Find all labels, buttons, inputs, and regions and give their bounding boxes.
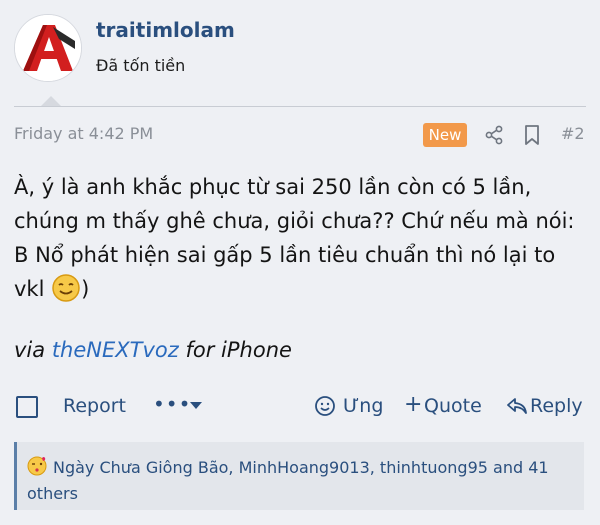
react-icon[interactable] — [314, 395, 336, 417]
post-number-link[interactable]: #2 — [561, 124, 585, 143]
message-text: À, ý là anh khắc phục từ sai 250 lần còn… — [14, 175, 575, 301]
reactions-bar[interactable]: Ngày Chưa Giông Bão, MinhHoang9013, thin… — [14, 442, 584, 510]
header-divider — [14, 106, 586, 107]
quote-plus-icon: + — [404, 392, 423, 417]
bookmark-icon[interactable] — [524, 125, 540, 145]
chevron-down-icon — [190, 402, 202, 409]
more-options-button[interactable]: ••• — [153, 392, 191, 416]
smile-emoji-icon — [52, 274, 80, 302]
select-checkbox[interactable] — [16, 396, 38, 418]
react-button[interactable]: Ưng — [343, 395, 383, 417]
via-app-link[interactable]: theNEXTvoz — [52, 338, 179, 362]
username-link[interactable]: traitimlolam — [96, 18, 235, 42]
via-suffix: for iPhone — [185, 338, 292, 362]
new-badge: New — [423, 123, 467, 147]
post-header: traitimlolam Đã tốn tiền — [0, 0, 600, 108]
message-body: À, ý là anh khắc phục từ sai 250 lần còn… — [14, 170, 588, 306]
post-date-link[interactable]: Friday at 4:42 PM — [14, 124, 153, 143]
report-button[interactable]: Report — [63, 395, 126, 417]
message-closing: ) — [81, 277, 90, 301]
via-prefix: via — [14, 338, 46, 362]
quote-button[interactable]: Quote — [424, 395, 482, 417]
user-title: Đã tốn tiền — [96, 56, 186, 75]
reply-button[interactable]: Reply — [530, 395, 583, 417]
autocad-logo-icon — [15, 15, 81, 81]
share-icon[interactable] — [484, 125, 504, 145]
via-signature: via theNEXTvoz for iPhone — [14, 338, 292, 362]
post-actions: Report ••• Ưng + Quote Reply — [0, 390, 600, 424]
avatar[interactable] — [14, 14, 82, 82]
reactions-text[interactable]: Ngày Chưa Giông Bão, MinhHoang9013, thin… — [27, 455, 572, 507]
reply-icon[interactable] — [506, 396, 528, 416]
